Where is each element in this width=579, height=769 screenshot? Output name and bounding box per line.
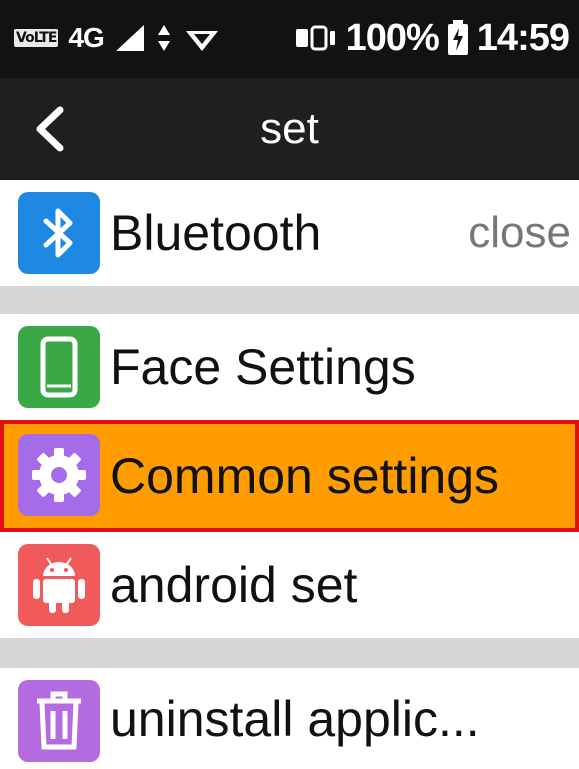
status-right: 100% 14:59 bbox=[294, 14, 570, 62]
status-bar: VoLTE 4G 100% 14:59 bbox=[0, 0, 579, 78]
list-item-label: uninstall applic... bbox=[110, 691, 480, 747]
data-arrows-icon bbox=[157, 25, 170, 51]
section-divider bbox=[0, 286, 579, 314]
list-item-uninstall-applications[interactable]: uninstall applic... bbox=[0, 668, 579, 769]
title-bar: set bbox=[0, 78, 579, 180]
clock: 14:59 bbox=[476, 16, 570, 59]
section-divider bbox=[0, 638, 579, 668]
list-item-label: Common settings bbox=[110, 448, 500, 504]
bluetooth-icon bbox=[18, 192, 100, 274]
battery-percent: 100% bbox=[345, 16, 440, 59]
battery-icon bbox=[447, 20, 468, 55]
list-item-label: Bluetooth bbox=[110, 205, 322, 261]
page-title: set bbox=[260, 104, 319, 153]
vibrate-icon bbox=[295, 25, 335, 51]
status-left: VoLTE 4G bbox=[14, 18, 222, 58]
list-item-label: android set bbox=[110, 557, 358, 613]
list-item-bluetooth[interactable]: Bluetooth close bbox=[0, 180, 579, 286]
volte-icon: VoLTE bbox=[14, 29, 59, 47]
gear-icon bbox=[18, 434, 100, 516]
signal-icon bbox=[115, 25, 144, 51]
network-type: 4G bbox=[68, 22, 104, 53]
list-item-face-settings[interactable]: Face Settings bbox=[0, 314, 579, 420]
list-item-label: Face Settings bbox=[110, 339, 416, 395]
bluetooth-status: close bbox=[468, 208, 571, 257]
wifi-icon bbox=[185, 31, 218, 51]
android-icon bbox=[18, 544, 100, 626]
list-item-android-set[interactable]: android set bbox=[0, 532, 579, 638]
trash-icon bbox=[18, 680, 100, 762]
phone-icon bbox=[18, 326, 100, 408]
list-item-common-settings[interactable]: Common settings bbox=[0, 420, 579, 532]
